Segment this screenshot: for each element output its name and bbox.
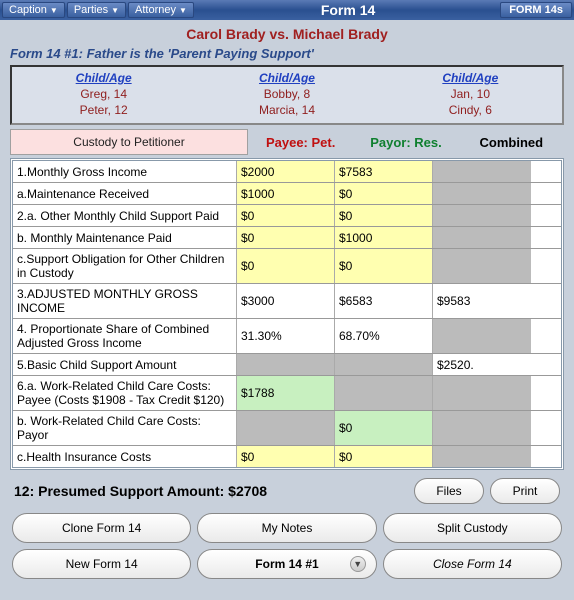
cell-combined: [433, 161, 531, 182]
custody-button[interactable]: Custody to Petitioner: [10, 129, 248, 155]
cell-payee[interactable]: $0: [237, 446, 335, 467]
row-label: a.Maintenance Received: [13, 183, 237, 204]
cell-payor[interactable]: $0: [335, 249, 433, 283]
chevron-down-icon: ▼: [350, 556, 366, 572]
chevron-down-icon: ▼: [179, 6, 187, 15]
row-label: d. Uninsured Medical Costs: [13, 468, 237, 470]
cell-payor: 68.70%: [335, 319, 433, 353]
cell-payee: $3000: [237, 284, 335, 318]
cell-combined: [433, 468, 531, 470]
child-entry: Marcia, 14: [195, 101, 378, 117]
table-row: 6.a. Work-Related Child Care Costs: Paye…: [13, 376, 561, 411]
cell-payee: [237, 411, 335, 445]
clone-form-button[interactable]: Clone Form 14: [12, 513, 191, 543]
cell-payor[interactable]: $0: [335, 468, 433, 470]
row-label: 1.Monthly Gross Income: [13, 161, 237, 182]
cell-combined: [433, 319, 531, 353]
chevron-down-icon: ▼: [111, 6, 119, 15]
child-col-head: Child/Age: [379, 71, 562, 85]
cell-payor: $6583: [335, 284, 433, 318]
cell-payee[interactable]: $2000: [237, 161, 335, 182]
chevron-down-icon: ▼: [50, 6, 58, 15]
child-entry: Cindy, 6: [379, 101, 562, 117]
case-title: Carol Brady vs. Michael Brady: [10, 24, 564, 44]
row-label: c.Health Insurance Costs: [13, 446, 237, 467]
table-row: 2.a. Other Monthly Child Support Paid$0$…: [13, 205, 561, 227]
caption-menu[interactable]: Caption▼: [2, 2, 65, 18]
row-label: b. Work-Related Child Care Costs: Payor: [13, 411, 237, 445]
form-subtitle: Form 14 #1: Father is the 'Parent Paying…: [10, 44, 564, 65]
cell-payor[interactable]: $7583: [335, 161, 433, 182]
table-row: a.Maintenance Received$1000$0: [13, 183, 561, 205]
form14s-button[interactable]: FORM 14s: [500, 2, 572, 18]
cell-combined: [433, 227, 531, 248]
table-row: 4. Proportionate Share of Combined Adjus…: [13, 319, 561, 354]
row-label: 4. Proportionate Share of Combined Adjus…: [13, 319, 237, 353]
worksheet-grid[interactable]: 1.Monthly Gross Income$2000$7583a.Mainte…: [10, 158, 564, 470]
cell-payee: [237, 354, 335, 375]
form-selector[interactable]: Form 14 #1 ▼: [197, 549, 376, 579]
cell-combined: $9583: [433, 284, 531, 318]
cell-combined: [433, 183, 531, 204]
print-button[interactable]: Print: [490, 478, 560, 504]
cell-combined: [433, 446, 531, 467]
cell-payee[interactable]: $1000: [237, 183, 335, 204]
child-entry: Jan, 10: [379, 85, 562, 101]
attorney-menu[interactable]: Attorney▼: [128, 2, 194, 18]
cell-payor: [335, 354, 433, 375]
cell-payor[interactable]: $1000: [335, 227, 433, 248]
my-notes-button[interactable]: My Notes: [197, 513, 376, 543]
top-toolbar: Caption▼ Parties▼ Attorney▼ Form 14 FORM…: [0, 0, 574, 20]
row-label: 3.ADJUSTED MONTHLY GROSS INCOME: [13, 284, 237, 318]
child-entry: Peter, 12: [12, 101, 195, 117]
row-label: c.Support Obligation for Other Children …: [13, 249, 237, 283]
col-head-combined: Combined: [459, 129, 564, 155]
summary-amount: 12: Presumed Support Amount: $2708: [14, 483, 408, 499]
table-row: 5.Basic Child Support Amount $2520.: [13, 354, 561, 376]
cell-combined: [433, 411, 531, 445]
table-row: c.Health Insurance Costs$0$0: [13, 446, 561, 468]
row-label: 2.a. Other Monthly Child Support Paid: [13, 205, 237, 226]
row-label: b. Monthly Maintenance Paid: [13, 227, 237, 248]
row-label: 5.Basic Child Support Amount: [13, 354, 237, 375]
table-row: 3.ADJUSTED MONTHLY GROSS INCOME$3000$658…: [13, 284, 561, 319]
child-col-head: Child/Age: [195, 71, 378, 85]
cell-payor[interactable]: $0: [335, 446, 433, 467]
child-entry: Bobby, 8: [195, 85, 378, 101]
files-button[interactable]: Files: [414, 478, 484, 504]
row-label: 6.a. Work-Related Child Care Costs: Paye…: [13, 376, 237, 410]
split-custody-button[interactable]: Split Custody: [383, 513, 562, 543]
cell-payee[interactable]: $1788: [237, 376, 335, 410]
cell-payee[interactable]: $0: [237, 227, 335, 248]
parties-menu[interactable]: Parties▼: [67, 2, 126, 18]
close-form-button[interactable]: Close Form 14: [383, 549, 562, 579]
cell-combined: [433, 249, 531, 283]
table-row: d. Uninsured Medical Costs$0$0: [13, 468, 561, 470]
table-row: c.Support Obligation for Other Children …: [13, 249, 561, 284]
table-row: b. Monthly Maintenance Paid$0$1000: [13, 227, 561, 249]
child-col-head: Child/Age: [12, 71, 195, 85]
cell-payee: 31.30%: [237, 319, 335, 353]
cell-payor[interactable]: $0: [335, 411, 433, 445]
cell-payee[interactable]: $0: [237, 468, 335, 470]
cell-combined: $2520.: [433, 354, 531, 375]
cell-combined: [433, 205, 531, 226]
table-row: 1.Monthly Gross Income$2000$7583: [13, 161, 561, 183]
child-entry: Greg, 14: [12, 85, 195, 101]
col-head-payee: Payee: Pet.: [248, 129, 353, 155]
cell-payee[interactable]: $0: [237, 249, 335, 283]
cell-payee[interactable]: $0: [237, 205, 335, 226]
page-title: Form 14: [196, 2, 500, 18]
table-row: b. Work-Related Child Care Costs: Payor $…: [13, 411, 561, 446]
cell-payor[interactable]: $0: [335, 183, 433, 204]
cell-payor: [335, 376, 433, 410]
new-form-button[interactable]: New Form 14: [12, 549, 191, 579]
cell-combined: [433, 376, 531, 410]
col-head-payor: Payor: Res.: [353, 129, 458, 155]
cell-payor[interactable]: $0: [335, 205, 433, 226]
children-panel: Child/Age Greg, 14 Peter, 12 Child/Age B…: [10, 65, 564, 125]
